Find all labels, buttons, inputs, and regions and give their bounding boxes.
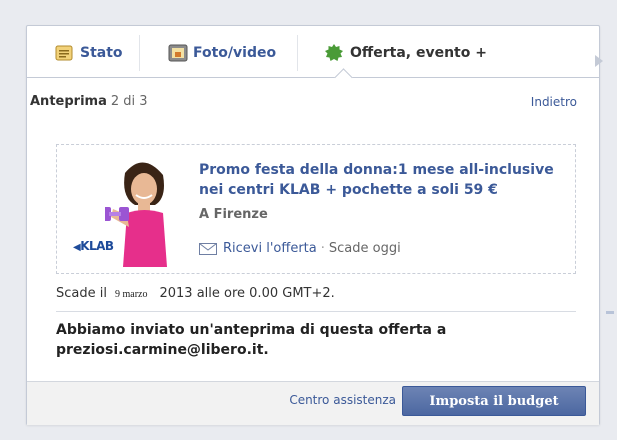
expiry-prefix: Scade il: [56, 286, 107, 301]
tabs-divider-line: [27, 77, 599, 78]
panel-footer: Centro assistenza Imposta il budget: [27, 381, 599, 425]
klab-logo: ◀KLAB: [73, 239, 114, 253]
gear-badge-icon: [325, 44, 343, 62]
edge-mark: [606, 311, 614, 314]
offer-expiry-text: Scade oggi: [328, 241, 401, 256]
offer-preview-card: ◀KLAB Promo festa della donna:1 mese all…: [56, 144, 576, 274]
tab-divider: [139, 35, 140, 71]
envelope-icon: [199, 242, 217, 255]
help-center-link[interactable]: Centro assistenza: [289, 393, 396, 407]
tab-status[interactable]: Stato: [55, 26, 123, 80]
photo-icon: [168, 44, 188, 62]
panel-side-arrow: [595, 55, 603, 67]
preview-sent-notice: Abbiamo inviato un'anteprima di questa o…: [56, 322, 447, 358]
klab-logo-text: KLAB: [80, 239, 114, 253]
set-budget-button[interactable]: Imposta il budget: [402, 386, 586, 416]
offer-title-link[interactable]: Promo festa della donna:1 mese all-inclu…: [199, 160, 559, 200]
offer-photo: [101, 153, 181, 267]
back-link[interactable]: Indietro: [531, 95, 577, 109]
tab-offer-event[interactable]: Offerta, evento +: [325, 26, 487, 80]
separator-dot: ·: [320, 241, 325, 256]
preview-counter: 2 di 3: [110, 94, 148, 109]
expiry-date: 9 marzo: [114, 289, 148, 300]
preview-header: Anteprima 2 di 3: [30, 94, 148, 109]
note-icon: [55, 44, 73, 62]
offer-location: A Firenze: [199, 207, 268, 222]
tab-photo-video[interactable]: Foto/video: [168, 26, 276, 80]
composer-tabs: Stato Foto/video Offerta, evento +: [27, 26, 599, 80]
section-divider: [56, 311, 576, 312]
preview-title: Anteprima: [30, 94, 107, 109]
tab-offer-event-label: Offerta, evento +: [350, 45, 487, 61]
tab-divider: [297, 35, 298, 71]
expiry-suffix: 2013 alle ore 0.00 GMT+2.: [159, 286, 335, 301]
expiry-line: Scade il 9 marzo 2013 alle ore 0.00 GMT+…: [56, 286, 335, 301]
claim-offer-link[interactable]: Ricevi l'offerta: [223, 241, 317, 256]
offer-actions: Ricevi l'offerta · Scade oggi: [199, 241, 401, 256]
tab-photo-video-label: Foto/video: [193, 45, 277, 61]
tab-status-label: Stato: [80, 45, 123, 61]
